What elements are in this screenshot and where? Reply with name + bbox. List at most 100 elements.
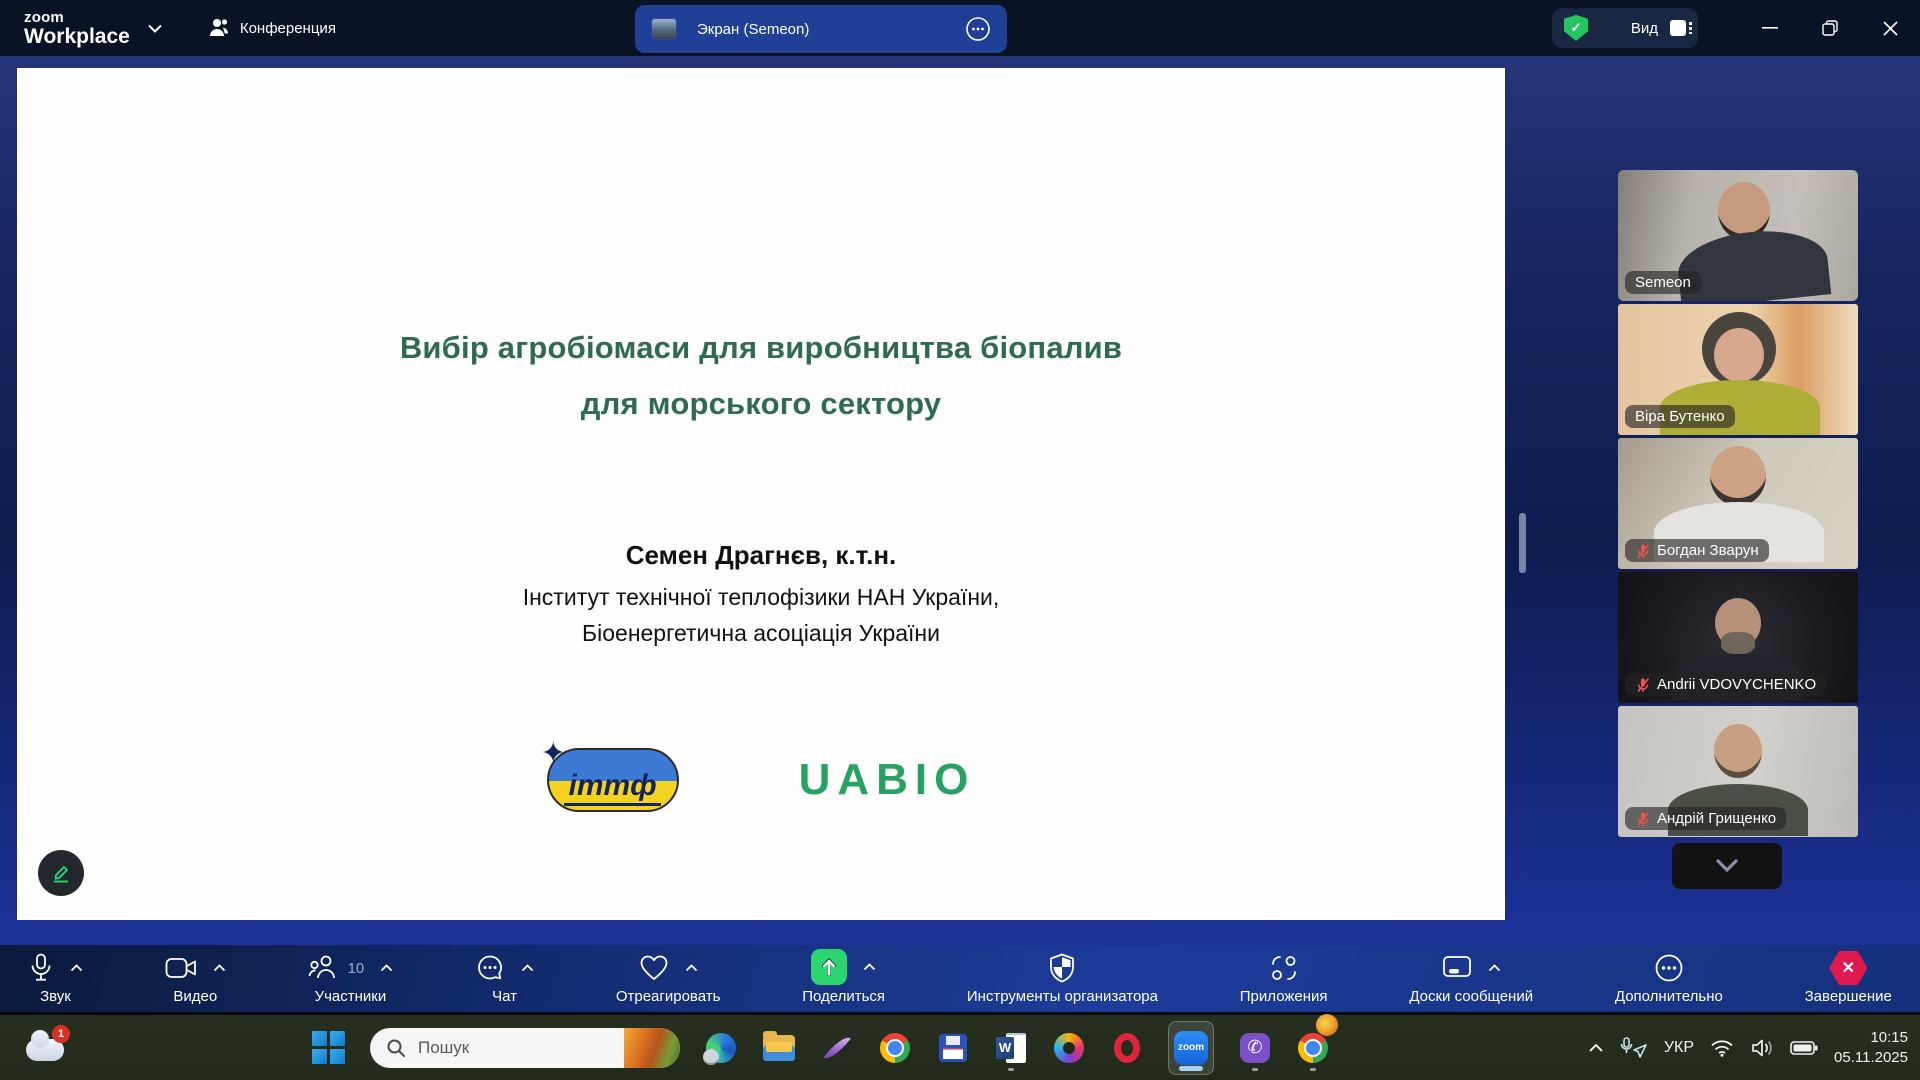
whiteboards-options-chevron-icon[interactable]: [1488, 964, 1501, 972]
chat-button[interactable]: Чат: [473, 945, 536, 1012]
taskbar-app-zoom-active[interactable]: zoom: [1168, 1021, 1214, 1075]
annotate-button[interactable]: [38, 850, 84, 896]
active-app-indicator: [1179, 1066, 1203, 1071]
audio-options-chevron-icon[interactable]: [70, 964, 83, 972]
audio-button[interactable]: Звук: [26, 945, 85, 1012]
participants-button[interactable]: 10 Участники: [306, 945, 396, 1012]
file-explorer-icon: [763, 1035, 795, 1061]
language-indicator[interactable]: УКР: [1664, 1039, 1694, 1057]
window-titlebar: zoom Workplace Конференция Экран (Semeon…: [0, 0, 1920, 56]
chat-label: Чат: [492, 988, 517, 1005]
tab-more-options-icon[interactable]: [965, 16, 991, 42]
window-controls: [1740, 0, 1920, 56]
tray-expand-chevron-icon[interactable]: [1588, 1043, 1604, 1053]
screen-thumbnail-icon: [651, 18, 677, 40]
taskbar-app-chrome[interactable]: [878, 1024, 912, 1072]
volume-icon[interactable]: [1750, 1038, 1774, 1058]
host-tools-shield-icon: [1049, 953, 1075, 983]
vertical-scrollbar-thumb[interactable]: [1519, 513, 1526, 573]
ittf-logo-text: іттф: [564, 771, 660, 806]
more-label: Дополнительно: [1615, 988, 1723, 1005]
slide-title-line1: Вибір агробіомаси для виробництва біопал…: [17, 330, 1505, 366]
camera-icon: [165, 956, 197, 980]
mic-off-icon: [1635, 543, 1651, 559]
taskbar-app-feather[interactable]: [820, 1024, 854, 1072]
participant-tile[interactable]: Богдан Зварун: [1618, 438, 1858, 569]
video-button[interactable]: Видео: [163, 945, 228, 1012]
participant-name-tag: Semeon: [1625, 271, 1701, 294]
ittf-logo: ✦ іттф: [547, 748, 679, 812]
participant-tile[interactable]: Андрій Грищенко: [1618, 706, 1858, 837]
edge-icon: [706, 1033, 736, 1063]
participants-options-chevron-icon[interactable]: [380, 964, 393, 972]
taskbar-app-chrome-profile[interactable]: [1296, 1024, 1330, 1072]
apps-label: Приложения: [1240, 988, 1328, 1005]
taskbar-app-opera[interactable]: [1110, 1024, 1144, 1072]
windows-taskbar: 1 Пошук W: [0, 1015, 1920, 1080]
windows-logo-icon: [312, 1031, 346, 1065]
participant-tile[interactable]: Віра Бутенко: [1618, 304, 1858, 435]
video-options-chevron-icon[interactable]: [213, 964, 226, 972]
end-meeting-button[interactable]: ✕ Завершение: [1803, 945, 1894, 1012]
view-layout-icon: [1670, 20, 1686, 36]
taskbar-app-copilot[interactable]: [1052, 1024, 1086, 1072]
tab-screen-share[interactable]: Экран (Semeon): [635, 5, 1007, 53]
taskbar-app-viber[interactable]: ✆: [1238, 1024, 1272, 1072]
wifi-icon[interactable]: [1710, 1039, 1734, 1057]
view-menu-button[interactable]: ✓ Вид: [1552, 8, 1698, 48]
participant-tile[interactable]: Andrii VDOVYCHENKO: [1618, 572, 1858, 703]
clock-time: 10:15: [1834, 1028, 1908, 1048]
tab-meeting[interactable]: Конференция: [190, 0, 354, 56]
more-button[interactable]: Дополнительно: [1613, 945, 1725, 1012]
battery-icon[interactable]: [1790, 1040, 1818, 1056]
react-label: Отреагировать: [616, 988, 721, 1005]
react-button[interactable]: Отреагировать: [614, 945, 723, 1012]
apps-button[interactable]: Приложения: [1238, 945, 1330, 1012]
participant-tile[interactable]: Semeon: [1618, 170, 1858, 301]
slide-affiliation-line2: Біоенергетична асоціація України: [17, 620, 1505, 647]
chrome-icon: [880, 1033, 910, 1063]
whiteboards-button[interactable]: Доски сообщений: [1407, 945, 1535, 1012]
search-highlight-image[interactable]: [624, 1028, 680, 1068]
participant-name-tag: Андрій Грищенко: [1625, 807, 1786, 830]
workspace-chevron-down-icon[interactable]: [148, 24, 162, 33]
chat-options-chevron-icon[interactable]: [521, 964, 534, 972]
participant-name-tag: Богдан Зварун: [1625, 539, 1769, 562]
taskbar-weather-widget[interactable]: 1: [24, 1025, 70, 1069]
taskbar-app-edge[interactable]: [704, 1024, 738, 1072]
system-tray: УКР 10:15 05.11.2025: [1588, 1015, 1908, 1080]
taskbar-search-box[interactable]: Пошук: [370, 1028, 680, 1068]
copilot-icon: [1054, 1033, 1084, 1063]
participants-icon: [308, 954, 338, 982]
share-screen-icon: [811, 949, 847, 985]
restore-button[interactable]: [1800, 0, 1860, 56]
mic-in-use-icon[interactable]: [1620, 1037, 1648, 1059]
profile-overlay-icon: [1316, 1014, 1338, 1036]
scroll-participants-down-button[interactable]: [1672, 843, 1782, 889]
whiteboards-label: Доски сообщений: [1409, 988, 1533, 1005]
people-icon: [208, 18, 230, 38]
participant-name: Богдан Зварун: [1657, 542, 1759, 559]
close-button[interactable]: [1860, 0, 1920, 56]
tab-screen-label: Экран (Semeon): [697, 21, 809, 38]
taskbar-app-file-explorer[interactable]: [762, 1024, 796, 1072]
share-options-chevron-icon[interactable]: [863, 963, 876, 971]
start-button[interactable]: [312, 1024, 346, 1072]
taskbar-clock[interactable]: 10:15 05.11.2025: [1834, 1028, 1908, 1067]
zoom-workplace-logo: zoom Workplace: [24, 10, 130, 47]
host-tools-button[interactable]: Инструменты организатора: [965, 945, 1160, 1012]
pencil-icon: [48, 860, 74, 886]
participant-name: Віра Бутенко: [1635, 408, 1725, 425]
participant-name: Андрій Грищенко: [1657, 810, 1776, 827]
word-icon: W: [996, 1033, 1026, 1063]
react-options-chevron-icon[interactable]: [685, 964, 698, 972]
brand-workplace: Workplace: [24, 26, 130, 47]
participant-name-tag: Віра Бутенко: [1625, 405, 1735, 428]
taskbar-app-floppy[interactable]: [936, 1024, 970, 1072]
minimize-button[interactable]: [1740, 0, 1800, 56]
share-button[interactable]: Поделиться: [800, 945, 887, 1012]
view-label: Вид: [1600, 20, 1658, 37]
running-indicator: [1008, 1068, 1014, 1071]
mic-off-icon: [1635, 811, 1651, 827]
taskbar-app-word[interactable]: W: [994, 1024, 1028, 1072]
